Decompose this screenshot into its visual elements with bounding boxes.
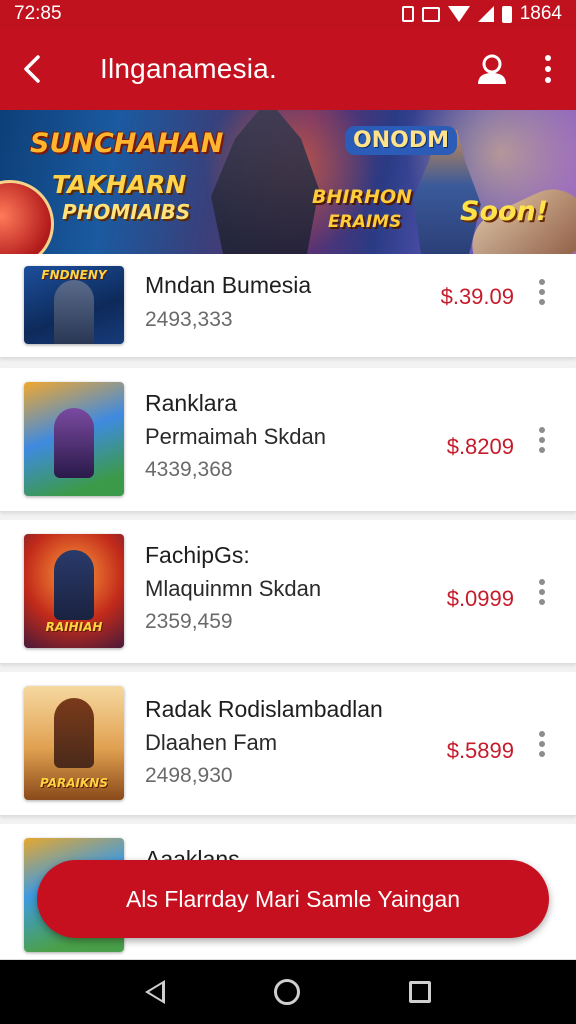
list-item[interactable]: Ranklara Permaimah Skdan 4339,368 $.8209 bbox=[0, 368, 576, 512]
status-icons: 1864 bbox=[401, 3, 562, 25]
item-price: $.5899 bbox=[446, 738, 514, 763]
battery-icon bbox=[501, 5, 512, 23]
item-subtitle: Mlaquinmn Skdan bbox=[145, 576, 322, 601]
more-vertical-icon bbox=[539, 427, 545, 453]
item-download-count: 2359,459 bbox=[145, 610, 233, 633]
back-button[interactable] bbox=[0, 28, 64, 110]
banner-badge: ONODM bbox=[345, 126, 457, 155]
cast-icon bbox=[421, 6, 440, 22]
item-price: $.8209 bbox=[446, 434, 514, 459]
app-bar: Ilnganamesia. bbox=[0, 28, 576, 110]
item-subtitle: Dlaahen Fam bbox=[145, 730, 278, 755]
more-vertical-icon bbox=[539, 579, 545, 605]
banner-ball-art bbox=[0, 180, 54, 254]
item-more-button[interactable] bbox=[532, 724, 552, 764]
game-thumbnail bbox=[24, 382, 124, 496]
more-options-button[interactable] bbox=[520, 28, 576, 110]
triangle-back-icon[interactable] bbox=[144, 980, 165, 1004]
item-more-button[interactable] bbox=[532, 572, 552, 612]
app-actions bbox=[464, 28, 576, 110]
item-download-count: 4339,368 bbox=[145, 458, 233, 481]
status-time: 72:85 bbox=[14, 3, 62, 24]
item-download-count: 2493,333 bbox=[145, 308, 233, 331]
chevron-left-icon bbox=[24, 55, 40, 83]
item-price: $.0999 bbox=[446, 586, 514, 611]
app-screen: 72:85 1864 Ilnganamesia. SUNCHAHAN TAKHA… bbox=[0, 0, 576, 1024]
signal-icon bbox=[477, 6, 494, 22]
list-item[interactable]: PARAIKNS Radak Rodislambadlan Dlaahen Fa… bbox=[0, 672, 576, 816]
sim-icon bbox=[401, 6, 414, 22]
thumbnail-label: PARAIKNS bbox=[40, 776, 108, 790]
person-icon bbox=[478, 54, 506, 84]
game-thumbnail: FNDNENY bbox=[24, 266, 124, 344]
item-price: $.39.09 bbox=[440, 284, 514, 309]
item-title: Ranklara bbox=[145, 390, 238, 416]
more-vertical-icon bbox=[545, 55, 551, 83]
list-item[interactable]: FNDNENY Mndan Bumesia 2493,333 $.39.09 bbox=[0, 254, 576, 358]
more-vertical-icon bbox=[539, 279, 545, 305]
status-bar: 72:85 1864 bbox=[0, 0, 576, 28]
list-item[interactable]: RAIHIAH FachipGs: Mlaquinmn Skdan 2359,4… bbox=[0, 520, 576, 664]
circle-home-icon[interactable] bbox=[273, 979, 300, 1005]
page-title: Ilnganamesia. bbox=[100, 53, 277, 84]
item-subtitle: Permaimah Skdan bbox=[145, 424, 326, 449]
banner-tagline: Soon! bbox=[460, 196, 549, 227]
wifi-icon bbox=[447, 6, 470, 22]
square-recents-icon[interactable] bbox=[409, 981, 432, 1003]
game-thumbnail: RAIHIAH bbox=[24, 534, 124, 648]
item-download-count: 2498,930 bbox=[145, 764, 233, 787]
banner-subtitle-3: BHIRHON bbox=[312, 186, 413, 208]
thumbnail-label: RAIHIAH bbox=[45, 620, 103, 634]
banner-title: SUNCHAHAN bbox=[30, 128, 224, 159]
game-thumbnail: PARAIKNS bbox=[24, 686, 124, 800]
banner-subtitle-2: PHOMIAIBS bbox=[62, 200, 191, 224]
system-nav-bar bbox=[0, 960, 576, 1024]
primary-action-button[interactable]: Als Flarrday Mari Samle Yaingan bbox=[37, 860, 549, 938]
banner-subtitle-1: TAKHARN bbox=[52, 170, 187, 199]
item-more-button[interactable] bbox=[532, 272, 552, 312]
profile-button[interactable] bbox=[464, 28, 520, 110]
item-title: Radak Rodislambadlan bbox=[145, 696, 383, 722]
item-title: Mndan Bumesia bbox=[145, 272, 312, 298]
item-more-button[interactable] bbox=[532, 420, 552, 460]
item-title: FachipGs: bbox=[145, 542, 250, 568]
more-vertical-icon bbox=[539, 731, 545, 757]
status-clock: 1864 bbox=[519, 3, 562, 24]
banner-subtitle-4: ERAIMS bbox=[328, 212, 402, 232]
